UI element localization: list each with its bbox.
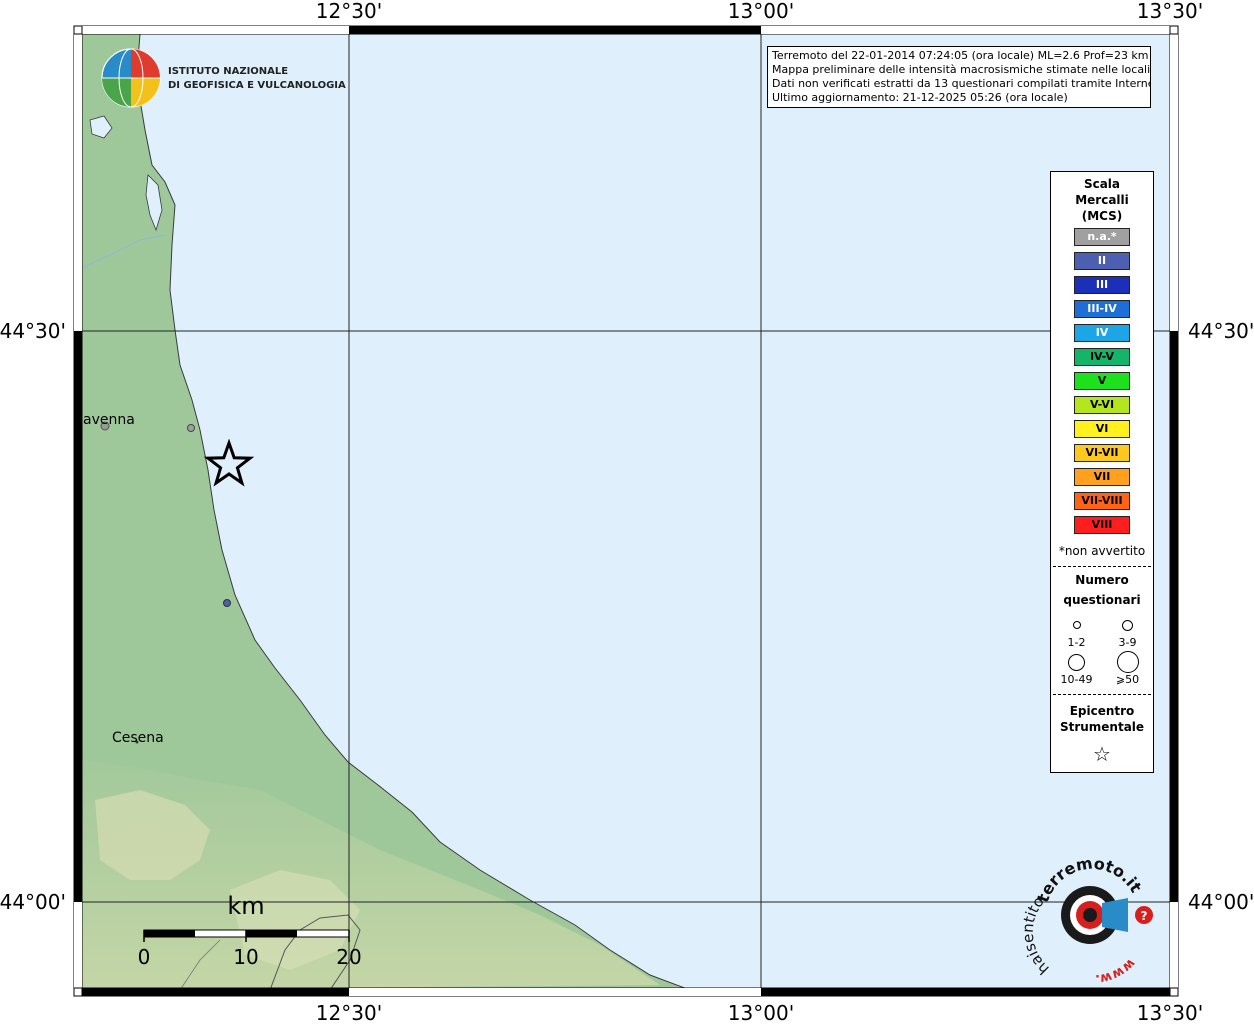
scale-item: VI-VII — [1074, 444, 1130, 462]
info-line-3: Dati non verificati estratti da 13 quest… — [772, 77, 1151, 90]
city-ravenna[interactable]: avenna — [83, 412, 135, 431]
legend-separator-2 — [1053, 694, 1151, 695]
lon-label-bottom-2: 13°00' — [728, 1001, 794, 1024]
intensity-point-na[interactable] — [187, 424, 195, 432]
lat-label-left-1: 44°30' — [0, 319, 66, 343]
scale-item: VII-VIII — [1074, 492, 1130, 510]
city-cesena[interactable]: Cesena — [112, 730, 164, 746]
circle-icon — [1116, 651, 1139, 673]
logo-line-1: ISTITUTO NAZIONALE — [168, 66, 288, 77]
scale-item: V — [1074, 372, 1130, 390]
quest-title: Numero questionari — [1051, 570, 1153, 610]
quest-title-2: questionari — [1063, 593, 1141, 607]
scale-item: VI — [1074, 420, 1130, 438]
lat-label-right-1: 44°30' — [1188, 319, 1254, 343]
scale-item: III — [1074, 276, 1130, 294]
quest-label: ⩾50 — [1115, 673, 1140, 686]
quest-item: 3-9 — [1102, 614, 1153, 649]
intensity-point-ii[interactable] — [223, 599, 231, 607]
epi-title: Epicentro Strumentale — [1051, 703, 1153, 735]
lon-label-bottom-3: 13°30' — [1137, 1001, 1203, 1024]
quest-label: 10-49 — [1060, 673, 1093, 686]
legend-title-3: (MCS) — [1081, 209, 1123, 223]
logo-line-2: DI GEOFISICA E VULCANOLOGIA — [168, 80, 346, 91]
lat-label-right-2: 44°00' — [1188, 890, 1254, 914]
legend-separator-1 — [1053, 566, 1151, 567]
quest-item: 10-49 — [1051, 651, 1102, 686]
lon-label-top-2: 13°00' — [728, 0, 794, 23]
circle-icon — [1068, 653, 1085, 671]
scale-label-0: 0 — [138, 945, 151, 969]
lon-label-top-1: 12°30' — [316, 0, 382, 23]
circle-icon — [1072, 621, 1081, 629]
scale-unit: km — [227, 892, 264, 920]
scale-item: IV-V — [1074, 348, 1130, 366]
scale-item: II — [1074, 252, 1130, 270]
scale-item: V-VI — [1074, 396, 1130, 414]
legend-title-1: Scala — [1083, 177, 1121, 191]
event-info-box: Terremoto del 22-01-2014 07:24:05 (ora l… — [767, 46, 1151, 108]
quest-label: 1-2 — [1067, 636, 1086, 649]
mcs-legend: Scala Mercalli (MCS) n.a.* II III III-IV IV I… — [1050, 171, 1154, 773]
scale-item: VIII — [1074, 516, 1130, 534]
scale-item: III-IV — [1074, 300, 1130, 318]
lat-label-left-2: 44°00' — [0, 890, 66, 914]
scale-item: IV — [1074, 324, 1130, 342]
quest-grid: 1-2 3-9 10-49 ⩾50 — [1051, 614, 1153, 686]
quest-item: ⩾50 — [1102, 651, 1153, 686]
quest-item: 1-2 — [1051, 614, 1102, 649]
quest-label: 3-9 — [1118, 636, 1137, 649]
legend-note: *non avvertito — [1058, 544, 1146, 558]
scale-label-20: 20 — [336, 945, 361, 969]
scale-items: n.a.* II III III-IV IV IV-V V V-VI VI VI-VII VII VI… — [1051, 228, 1153, 534]
lon-label-bottom-1: 12°30' — [316, 1001, 382, 1024]
scale-item: n.a.* — [1074, 228, 1130, 246]
city-label-ravenna: avenna — [83, 412, 135, 428]
epi-title-2: Strumentale — [1059, 720, 1145, 734]
legend-title: Scala Mercalli (MCS) — [1051, 176, 1153, 224]
quest-title-1: Numero — [1075, 573, 1129, 587]
city-label-cesena: Cesena — [112, 730, 164, 746]
lon-label-top-3: 13°30' — [1137, 0, 1203, 23]
legend-title-2: Mercalli — [1075, 193, 1129, 207]
svg-text:?: ? — [1141, 909, 1148, 923]
scale-label-10: 10 — [233, 945, 258, 969]
info-line-4: Ultimo aggiornamento: 21-12-2025 05:26 (… — [772, 91, 1068, 104]
info-line-1: Terremoto del 22-01-2014 07:24:05 (ora l… — [772, 49, 1149, 62]
scale-item: VII — [1074, 468, 1130, 486]
star-icon: ☆ — [1093, 742, 1111, 766]
info-line-2: Mappa preliminare delle intensità macros… — [772, 63, 1151, 76]
epi-title-1: Epicentro — [1069, 704, 1135, 718]
circle-icon — [1122, 619, 1133, 631]
